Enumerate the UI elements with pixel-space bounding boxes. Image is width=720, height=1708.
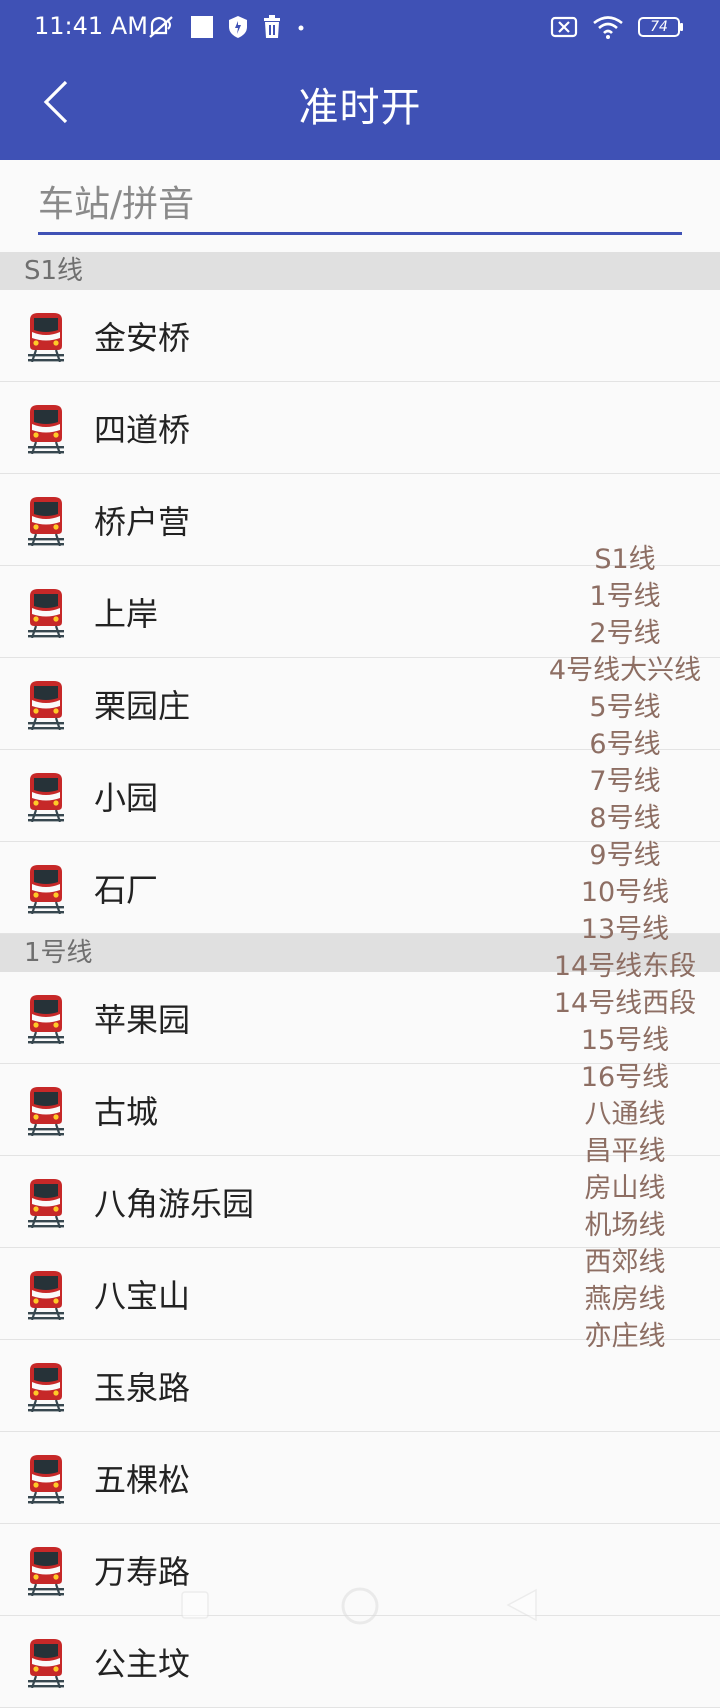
sim-off-icon	[550, 15, 578, 39]
train-icon	[24, 494, 68, 546]
train-icon	[24, 1452, 68, 1504]
train-icon	[24, 1176, 68, 1228]
status-time: 11:41 AM	[34, 12, 148, 40]
station-name: 四道桥	[94, 410, 191, 449]
index-item[interactable]: 2号线	[540, 615, 710, 652]
system-nav-bar	[0, 1580, 720, 1630]
station-name: 栗园庄	[94, 686, 191, 725]
train-icon	[24, 402, 68, 454]
back-triangle-icon[interactable]	[506, 1588, 538, 1626]
trash-icon	[262, 15, 282, 39]
section-header: S1线	[0, 252, 720, 290]
index-item[interactable]: 16号线	[540, 1059, 710, 1096]
line-index-bar[interactable]: S1线 1号线 2号线 4号线大兴线 5号线 6号线 7号线 8号线 9号线 10号线 13号线 14…	[540, 541, 710, 1355]
index-item[interactable]: 15号线	[540, 1022, 710, 1059]
index-item[interactable]: 14号线东段	[540, 948, 710, 985]
station-name: 金安桥	[94, 318, 191, 357]
index-item[interactable]: 9号线	[540, 837, 710, 874]
index-item[interactable]: 7号线	[540, 763, 710, 800]
train-icon	[24, 310, 68, 362]
battery-icon: 74	[638, 15, 684, 39]
status-left-icons	[148, 14, 306, 40]
status-bar: 11:41 AM 74	[0, 0, 720, 52]
station-name: 石厂	[94, 870, 159, 909]
train-icon	[24, 1636, 68, 1688]
station-row[interactable]: 五棵松	[0, 1432, 720, 1524]
index-item[interactable]: 8号线	[540, 800, 710, 837]
battery-level: 74	[650, 19, 668, 35]
train-icon	[24, 586, 68, 638]
dot-icon	[296, 15, 306, 39]
station-name: 公主坟	[94, 1644, 191, 1683]
index-item[interactable]: 1号线	[540, 578, 710, 615]
train-icon	[24, 1360, 68, 1412]
square-notification-icon	[190, 15, 214, 39]
index-item[interactable]: 机场线	[540, 1207, 710, 1244]
station-name: 八角游乐园	[94, 1184, 255, 1223]
app-bar: 准时开	[0, 52, 720, 160]
index-item[interactable]: 14号线西段	[540, 985, 710, 1022]
wifi-icon	[592, 15, 624, 39]
station-row[interactable]: 四道桥	[0, 382, 720, 474]
train-icon	[24, 1084, 68, 1136]
train-icon	[24, 678, 68, 730]
index-item[interactable]: 八通线	[540, 1096, 710, 1133]
station-name: 小园	[94, 778, 159, 817]
shield-icon	[228, 15, 248, 39]
station-name: 玉泉路	[94, 1368, 191, 1407]
top-bar: 11:41 AM 74 准时开	[0, 0, 720, 160]
index-item[interactable]: 房山线	[540, 1170, 710, 1207]
index-item[interactable]: 5号线	[540, 689, 710, 726]
search-input[interactable]	[38, 176, 682, 232]
station-name: 上岸	[94, 594, 159, 633]
index-item[interactable]: 4号线大兴线	[540, 652, 710, 689]
recents-square-icon[interactable]	[180, 1590, 210, 1624]
page-title: 准时开	[298, 85, 422, 131]
mute-icon	[148, 15, 176, 39]
index-item[interactable]: 13号线	[540, 911, 710, 948]
station-name: 桥户营	[94, 502, 191, 541]
index-item[interactable]: 10号线	[540, 874, 710, 911]
station-row[interactable]: 金安桥	[0, 290, 720, 382]
station-name: 苹果园	[94, 1000, 191, 1039]
index-item[interactable]: S1线	[540, 541, 710, 578]
station-name: 五棵松	[94, 1460, 191, 1499]
search-underline	[38, 232, 682, 235]
station-name: 八宝山	[94, 1276, 191, 1315]
index-item[interactable]: 西郊线	[540, 1244, 710, 1281]
index-item[interactable]: 燕房线	[540, 1281, 710, 1318]
train-icon	[24, 992, 68, 1044]
status-right-icons: 74	[550, 12, 684, 42]
home-circle-icon[interactable]	[340, 1586, 380, 1630]
index-item[interactable]: 昌平线	[540, 1133, 710, 1170]
index-item[interactable]: 亦庄线	[540, 1318, 710, 1355]
search-field	[38, 176, 682, 238]
station-name: 古城	[94, 1092, 159, 1131]
index-item[interactable]: 6号线	[540, 726, 710, 763]
train-icon	[24, 862, 68, 914]
train-icon	[24, 770, 68, 822]
train-icon	[24, 1268, 68, 1320]
